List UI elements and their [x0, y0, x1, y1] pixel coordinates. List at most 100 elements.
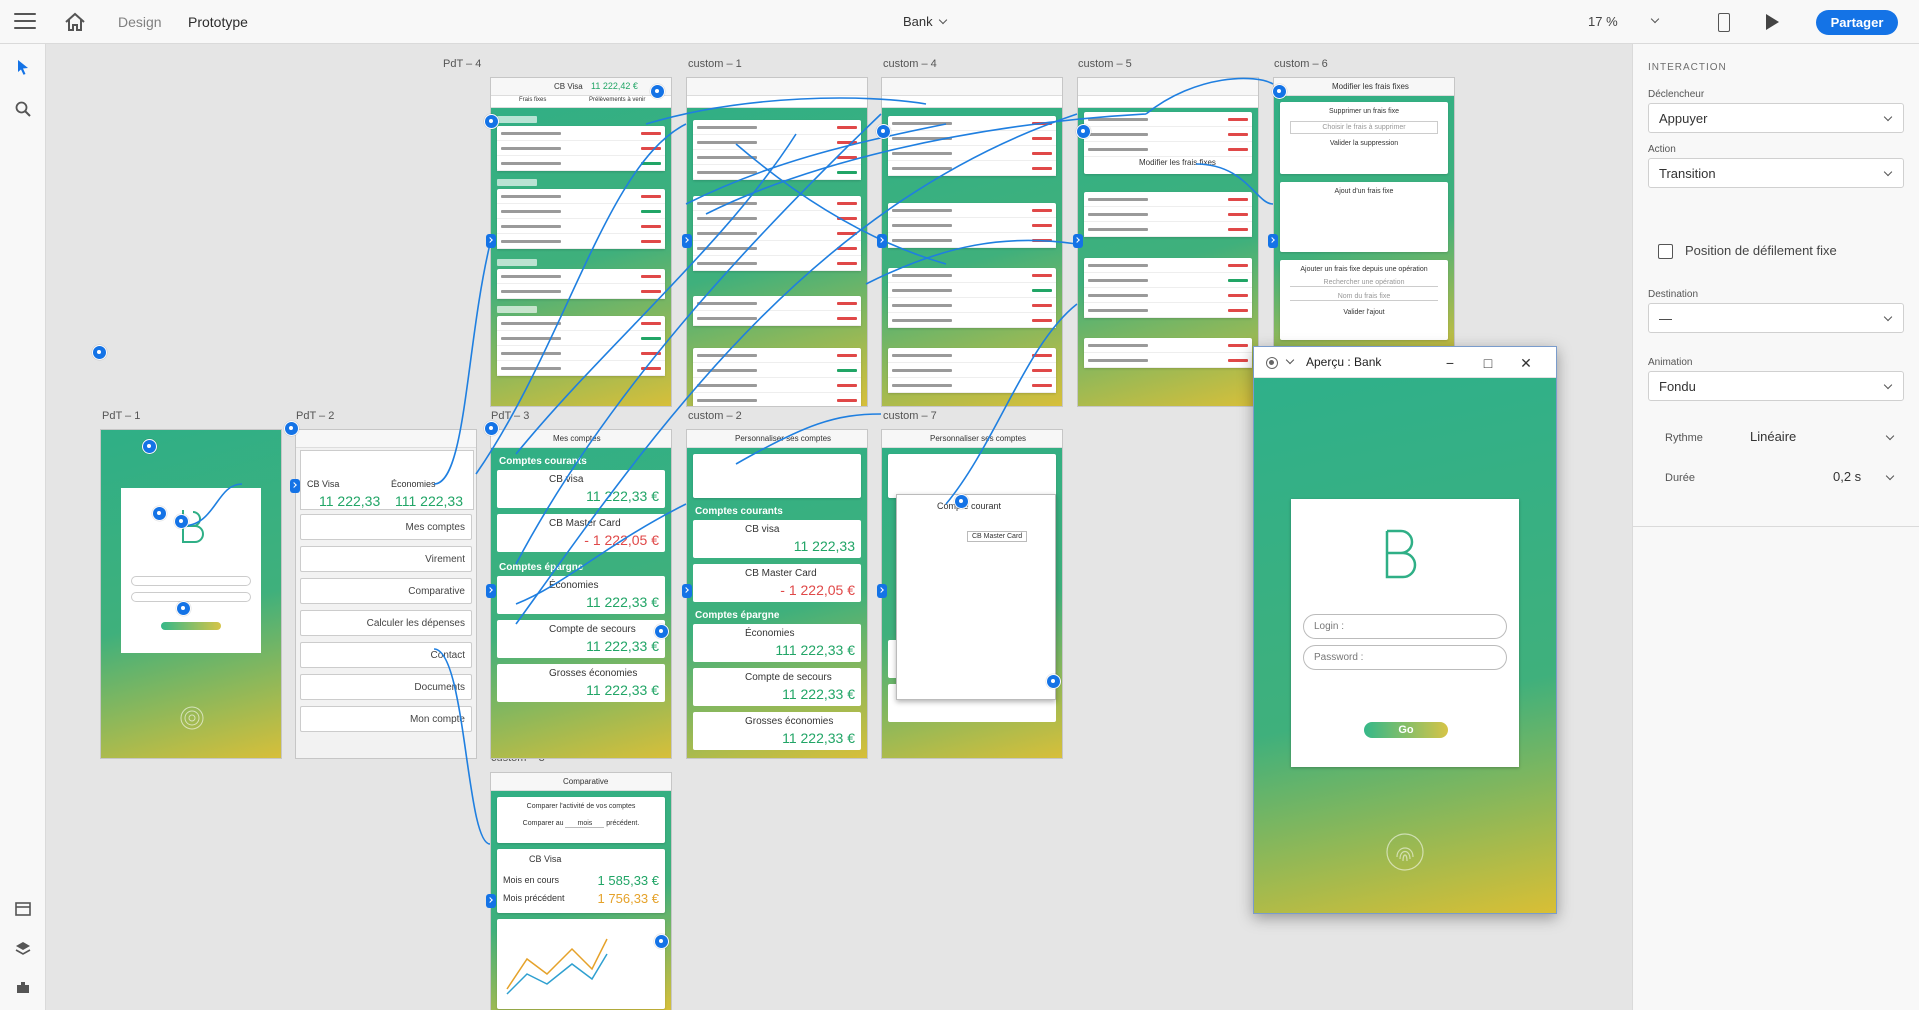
account-card[interactable]: Compte de secours 11 222,33 €	[497, 620, 665, 658]
close-icon[interactable]: ✕	[1516, 353, 1536, 373]
artboard-label-custom2[interactable]: custom – 2	[688, 410, 742, 422]
fee-name-input[interactable]: Nom du frais fixe	[1290, 293, 1438, 301]
account-card[interactable]: CB visa 11 222,33 €	[497, 470, 665, 508]
artboard-edge-handle[interactable]	[486, 234, 496, 248]
account-card[interactable]: Économies 11 222,33 €	[497, 576, 665, 614]
artboard-label-pdt2[interactable]: PdT – 2	[296, 410, 334, 422]
compare-period-select[interactable]: mois	[565, 820, 605, 828]
search-icon[interactable]	[14, 100, 32, 118]
preview-login-input[interactable]: Login :	[1303, 614, 1507, 639]
interaction-handle[interactable]	[1046, 674, 1061, 689]
artboard-label-custom5[interactable]: custom – 5	[1078, 58, 1132, 70]
artboard-custom3[interactable]: Comparative Comparer l'activité de vos c…	[490, 772, 672, 1010]
password-input[interactable]	[131, 592, 251, 602]
add-confirm-button[interactable]: Valider l'ajout	[1280, 309, 1448, 316]
modify-fixed-fees-link[interactable]: Modifier les frais fixes	[1139, 158, 1216, 167]
interaction-handle[interactable]	[654, 934, 669, 949]
interaction-handle[interactable]	[876, 124, 891, 139]
artboard-custom2[interactable]: Personnaliser ses comptes Comptes couran…	[686, 429, 868, 759]
interaction-handle[interactable]	[484, 114, 499, 129]
account-card[interactable]: Économies 111 222,33 €	[693, 624, 861, 662]
account-card[interactable]: CB Master Card - 1 222,05 €	[497, 514, 665, 552]
account-card[interactable]: Grosses économies 11 222,33 €	[497, 664, 665, 702]
tab-prelevements[interactable]: Prélèvements à venir	[589, 97, 645, 103]
delete-fee-select[interactable]: Choisir le frais à supprimer	[1290, 121, 1438, 134]
artboard-label-pdt3[interactable]: PdT – 3	[491, 410, 529, 422]
interaction-handle[interactable]	[152, 506, 167, 521]
preview-password-input[interactable]: Password :	[1303, 645, 1507, 670]
layers-icon[interactable]	[14, 940, 32, 958]
zoom-level[interactable]: 17 %	[1588, 14, 1618, 29]
select-pointer-icon[interactable]	[14, 58, 32, 76]
menu-item-comparative[interactable]: Comparative	[300, 578, 472, 604]
artboard-label-custom4[interactable]: custom – 4	[883, 58, 937, 70]
artboard-edge-handle[interactable]	[486, 584, 496, 598]
record-icon[interactable]	[1266, 357, 1278, 369]
fingerprint-icon[interactable]	[1384, 831, 1426, 873]
zoom-chevron-icon[interactable]	[1650, 14, 1660, 24]
preview-titlebar[interactable]: Aperçu : Bank − □ ✕	[1254, 347, 1556, 378]
home-icon[interactable]	[64, 12, 86, 32]
artboard-pdt1[interactable]	[100, 429, 282, 759]
artboard-pdt4[interactable]: CB Visa 11 222,42 € Frais fixes Prélèvem…	[490, 77, 672, 407]
artboard-label-pdt1[interactable]: PdT – 1	[102, 410, 140, 422]
delete-confirm-button[interactable]: Valider la suppression	[1280, 140, 1448, 147]
artboard-custom5[interactable]: Modifier les frais fixes	[1077, 77, 1259, 407]
accounts-summary[interactable]: CB Visa Économies 11 222,33 111 222,33	[300, 450, 474, 510]
assets-icon[interactable]	[14, 900, 32, 918]
artboard-pdt3[interactable]: Mes comptes Comptes courants CB visa 11 2…	[490, 429, 672, 759]
account-card[interactable]: CB Master Card - 1 222,05 €	[693, 564, 861, 602]
artboard-custom7[interactable]: Personnaliser ses comptes Compte courant…	[881, 429, 1063, 759]
account-card[interactable]: Grosses économies 11 222,33 €	[693, 712, 861, 750]
chevron-down-icon[interactable]	[1285, 355, 1295, 365]
account-card[interactable]: CB visa 11 222,33	[693, 520, 861, 558]
fixed-scroll-checkbox[interactable]	[1658, 244, 1673, 259]
plugins-icon[interactable]	[14, 978, 32, 996]
artboard-edge-handle[interactable]	[877, 584, 887, 598]
fingerprint-icon[interactable]	[179, 705, 205, 731]
artboard-edge-handle[interactable]	[682, 234, 692, 248]
artboard-edge-handle[interactable]	[486, 894, 496, 908]
artboard-edge-handle[interactable]	[877, 234, 887, 248]
artboard-label-custom6[interactable]: custom – 6	[1274, 58, 1328, 70]
login-input[interactable]	[131, 576, 251, 586]
interaction-handle[interactable]	[174, 514, 189, 529]
easing-select[interactable]: Linéaire	[1750, 429, 1905, 449]
artboard-pdt2[interactable]: CB Visa Économies 11 222,33 111 222,33 M…	[295, 429, 477, 759]
preview-window[interactable]: Aperçu : Bank − □ ✕ Login : Password : G…	[1253, 346, 1557, 914]
tab-prototype[interactable]: Prototype	[188, 14, 248, 46]
tab-design[interactable]: Design	[118, 14, 162, 30]
menu-item-contact[interactable]: Contact	[300, 642, 472, 668]
preview-go-button[interactable]: Go	[1364, 722, 1448, 738]
menu-item-calculer[interactable]: Calculer les dépenses	[300, 610, 472, 636]
interaction-handle[interactable]	[650, 84, 665, 99]
artboard-edge-handle[interactable]	[682, 584, 692, 598]
artboard-custom6[interactable]: Modifier les frais fixes Supprimer un fr…	[1273, 77, 1455, 367]
play-icon[interactable]	[1766, 14, 1779, 30]
menu-item-mon-compte[interactable]: Mon compte	[300, 706, 472, 732]
artboard-label-custom7[interactable]: custom – 7	[883, 410, 937, 422]
interaction-handle[interactable]	[92, 345, 107, 360]
interaction-handle[interactable]	[654, 624, 669, 639]
menu-item-documents[interactable]: Documents	[300, 674, 472, 700]
tab-frais-fixes[interactable]: Frais fixes	[519, 97, 546, 103]
interaction-handle[interactable]	[1076, 124, 1091, 139]
document-title-dropdown[interactable]: Bank	[903, 14, 947, 29]
go-button[interactable]	[161, 622, 221, 630]
interaction-handle[interactable]	[484, 421, 499, 436]
artboard-custom1[interactable]	[686, 77, 868, 407]
interaction-handle[interactable]	[176, 601, 191, 616]
account-card[interactable]: Compte de secours 11 222,33 €	[693, 668, 861, 706]
interaction-handle[interactable]	[284, 421, 299, 436]
artboard-label-custom1[interactable]: custom – 1	[688, 58, 742, 70]
hamburger-menu-icon[interactable]	[14, 13, 36, 31]
artboard-custom4[interactable]	[881, 77, 1063, 407]
interaction-handle[interactable]	[142, 439, 157, 454]
operation-search-input[interactable]: Rechercher une opération	[1290, 279, 1438, 287]
artboard-label-pdt4[interactable]: PdT – 4	[443, 58, 481, 70]
trigger-select[interactable]: Appuyer	[1648, 103, 1904, 133]
maximize-icon[interactable]: □	[1478, 353, 1498, 373]
artboard-edge-handle[interactable]	[290, 479, 300, 493]
menu-item-virement[interactable]: Virement	[300, 546, 472, 572]
share-button[interactable]: Partager	[1816, 10, 1898, 35]
